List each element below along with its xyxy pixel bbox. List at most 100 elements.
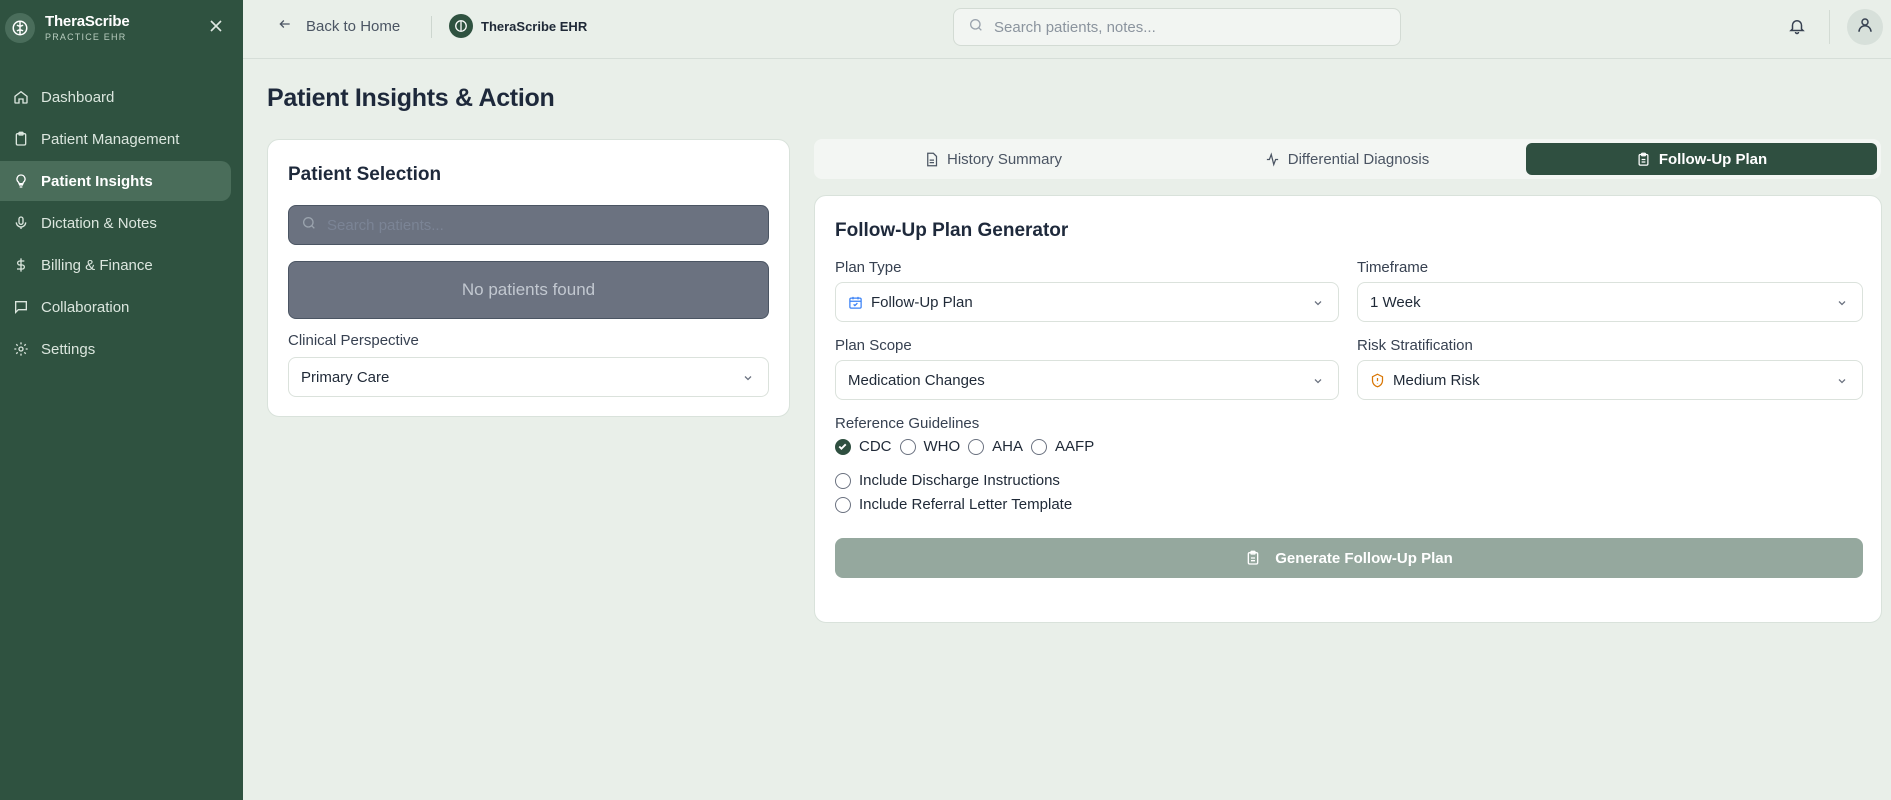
sidebar-item-label: Patient Management: [41, 130, 180, 148]
patient-search[interactable]: [288, 205, 769, 245]
app-name: TheraScribe EHR: [481, 18, 588, 34]
plan-scope-label: Plan Scope: [835, 337, 912, 354]
select-value: Primary Care: [301, 368, 390, 386]
bell-icon[interactable]: [1788, 17, 1806, 40]
risk-stratification-label: Risk Stratification: [1357, 337, 1473, 354]
divider: [431, 16, 432, 38]
tab-follow-up-plan[interactable]: Follow-Up Plan: [1526, 143, 1877, 175]
calendar-icon: [848, 295, 863, 310]
sidebar-item-dictation-notes[interactable]: Dictation & Notes: [0, 203, 231, 243]
plan-type-select[interactable]: Follow-Up Plan: [835, 282, 1339, 322]
sidebar-item-label: Dictation & Notes: [41, 214, 157, 232]
sidebar-item-label: Settings: [41, 340, 96, 358]
follow-up-generator-card: Follow-Up Plan Generator Plan Type Follo…: [814, 195, 1882, 623]
plan-type-label: Plan Type: [835, 259, 902, 276]
brand-subtitle: PRACTICE EHR: [45, 32, 127, 42]
option-referral-letter[interactable]: Include Referral Letter Template: [835, 496, 1072, 513]
guideline-aha[interactable]: AHA: [968, 438, 1023, 455]
patient-search-input[interactable]: [327, 216, 768, 234]
guideline-who[interactable]: WHO: [899, 438, 961, 455]
chevron-down-icon: [1312, 374, 1324, 391]
logo-icon: [449, 14, 473, 38]
clinical-perspective-select[interactable]: Primary Care: [288, 357, 769, 397]
checkbox[interactable]: [835, 472, 851, 489]
checkbox[interactable]: [1031, 438, 1048, 455]
chevron-down-icon: [1836, 374, 1848, 391]
generate-follow-up-plan-button[interactable]: Generate Follow-Up Plan: [835, 538, 1863, 578]
sidebar-item-label: Patient Insights: [41, 172, 153, 190]
guidelines-label: Reference Guidelines: [835, 415, 980, 432]
sidebar-item-collaboration[interactable]: Collaboration: [0, 287, 231, 327]
divider: [1829, 10, 1830, 44]
guideline-label: CDC: [859, 438, 892, 455]
global-search-input[interactable]: [994, 18, 1400, 36]
brand-name: TheraScribe: [45, 13, 130, 30]
sidebar-nav: Dashboard Patient Management Patient Ins…: [0, 77, 243, 369]
close-icon[interactable]: [207, 17, 225, 35]
user-avatar[interactable]: [1847, 9, 1883, 45]
option-discharge-instructions[interactable]: Include Discharge Instructions: [835, 472, 1060, 489]
tab-bar: History Summary Differential Diagnosis F…: [814, 139, 1881, 179]
checkbox[interactable]: [835, 496, 851, 513]
tab-history-summary[interactable]: History Summary: [818, 143, 1168, 175]
guideline-cdc[interactable]: CDC: [835, 438, 892, 455]
select-value: 1 Week: [1370, 293, 1421, 311]
chevron-down-icon: [1312, 296, 1324, 313]
checkbox[interactable]: [968, 438, 985, 455]
tab-label: Follow-Up Plan: [1658, 150, 1768, 168]
clipboard-icon: [1245, 550, 1261, 566]
guideline-label: WHO: [923, 438, 961, 455]
global-search[interactable]: [953, 8, 1401, 46]
topbar: Back to Home TheraScribe EHR: [243, 0, 1891, 59]
message-icon: [12, 298, 30, 316]
sidebar-item-label: Billing & Finance: [41, 256, 153, 274]
checkbox-checked[interactable]: [835, 438, 851, 455]
chevron-down-icon: [1836, 296, 1848, 313]
perspective-label: Clinical Perspective: [288, 332, 419, 349]
sidebar-item-patient-insights[interactable]: Patient Insights: [0, 161, 231, 201]
sidebar: TheraScribe PRACTICE EHR Dashboard Patie…: [0, 0, 243, 800]
dollar-icon: [12, 256, 30, 274]
sidebar-item-billing-finance[interactable]: Billing & Finance: [0, 245, 231, 285]
option-label: Include Referral Letter Template: [859, 496, 1073, 513]
arrow-left-icon: [278, 17, 292, 35]
patient-selection-card: Patient Selection No patients found Clin…: [267, 139, 790, 417]
search-icon: [968, 17, 984, 38]
timeframe-label: Timeframe: [1357, 259, 1429, 276]
gear-icon: [12, 340, 30, 358]
sidebar-item-dashboard[interactable]: Dashboard: [0, 77, 231, 117]
sidebar-item-patient-management[interactable]: Patient Management: [0, 119, 231, 159]
card-title: Follow-Up Plan Generator: [835, 220, 1069, 241]
guidelines-group: CDC WHO AHA AAFP: [835, 438, 1102, 455]
timeframe-select[interactable]: 1 Week: [1357, 282, 1863, 322]
empty-state: No patients found: [288, 261, 769, 319]
app-badge: TheraScribe EHR: [449, 14, 587, 38]
document-icon: [924, 152, 939, 167]
microphone-icon: [12, 214, 30, 232]
plan-scope-select[interactable]: Medication Changes: [835, 360, 1339, 400]
guideline-label: AHA: [992, 438, 1024, 455]
logo-icon: [5, 12, 35, 43]
sidebar-item-label: Dashboard: [41, 88, 115, 106]
back-label: Back to Home: [306, 17, 401, 35]
guideline-label: AAFP: [1055, 438, 1095, 455]
lightbulb-icon: [12, 172, 30, 190]
back-to-home-link[interactable]: Back to Home: [278, 17, 400, 35]
option-label: Include Discharge Instructions: [859, 472, 1060, 489]
search-icon: [301, 215, 317, 236]
guideline-aafp[interactable]: AAFP: [1031, 438, 1094, 455]
activity-icon: [1265, 151, 1280, 167]
select-value: Medication Changes: [848, 371, 985, 389]
tab-differential-diagnosis[interactable]: Differential Diagnosis: [1172, 143, 1522, 175]
checkbox[interactable]: [899, 438, 916, 455]
card-title: Patient Selection: [288, 164, 442, 185]
clipboard-icon: [12, 130, 30, 148]
home-icon: [12, 88, 30, 106]
risk-stratification-select[interactable]: Medium Risk: [1357, 360, 1863, 400]
select-value: Medium Risk: [1393, 371, 1480, 389]
shield-alert-icon: [1370, 373, 1385, 388]
clipboard-icon: [1636, 152, 1651, 167]
tab-label: Differential Diagnosis: [1287, 150, 1430, 168]
chevron-down-icon: [742, 371, 754, 388]
sidebar-item-settings[interactable]: Settings: [0, 329, 231, 369]
